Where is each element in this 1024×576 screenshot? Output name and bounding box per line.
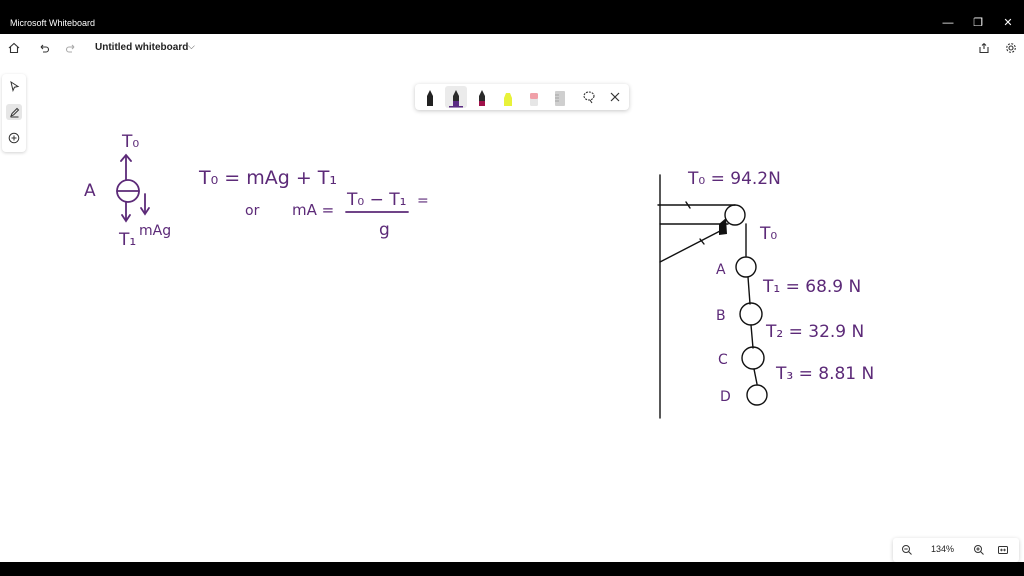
label-denominator: g xyxy=(379,220,390,240)
whiteboard-app: Untitled whiteboard ⌵ T₀ A T₁ mAg T₀ = m… xyxy=(0,34,1024,562)
zoom-out-icon[interactable] xyxy=(899,542,915,558)
whiteboard-canvas[interactable]: T₀ A T₁ mAg T₀ = mAg + T₁ or mA = T₀ − T… xyxy=(0,34,1024,562)
label-t0-right: T₀ xyxy=(759,224,777,244)
label-a-left: A xyxy=(84,181,96,201)
label-mass-c: C xyxy=(718,352,728,368)
label-t2-value: T₂ = 32.9 N xyxy=(765,322,864,342)
label-t0-value: T₀ = 94.2N xyxy=(687,169,781,189)
window-title: Microsoft Whiteboard xyxy=(10,18,96,28)
close-window-button[interactable]: ✕ xyxy=(1000,15,1016,31)
label-ma-equals: mA = xyxy=(292,201,334,219)
label-mag-left: mAg xyxy=(139,223,171,239)
zoom-in-icon[interactable] xyxy=(971,542,987,558)
label-mass-d: D xyxy=(720,389,731,405)
restore-button[interactable]: ❐ xyxy=(970,15,986,31)
label-t1-value: T₁ = 68.9 N xyxy=(762,277,861,297)
label-mass-a: A xyxy=(716,262,726,278)
label-mass-b: B xyxy=(716,308,726,324)
zoom-level[interactable]: 134% xyxy=(931,544,954,554)
label-or: or xyxy=(245,203,260,219)
equation-force-balance: T₀ = mAg + T₁ xyxy=(198,167,337,189)
label-t0-top: T₀ xyxy=(121,132,139,152)
label-t3-value: T₃ = 8.81 N xyxy=(775,364,874,384)
free-body-diagram-a xyxy=(116,153,150,223)
zoom-controls: 134% xyxy=(893,538,1019,562)
title-bar: Microsoft Whiteboard — ❐ ✕ xyxy=(0,12,1024,34)
label-t1-left: T₁ xyxy=(118,230,136,250)
label-numerator: T₀ − T₁ xyxy=(346,190,406,210)
minimize-button[interactable]: — xyxy=(940,15,956,31)
fit-to-screen-icon[interactable] xyxy=(995,542,1011,558)
label-equals-tail: = xyxy=(417,193,429,209)
hanging-masses-diagram xyxy=(657,174,768,419)
